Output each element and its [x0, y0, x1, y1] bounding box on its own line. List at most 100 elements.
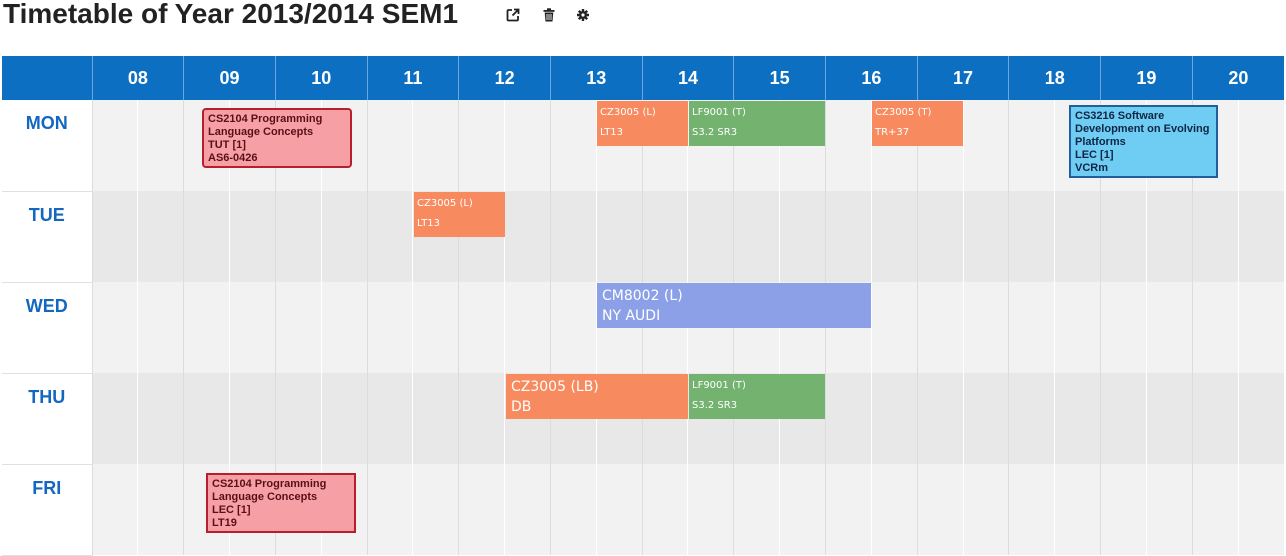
- time-slot[interactable]: [1237, 464, 1284, 555]
- time-slot[interactable]: [870, 373, 918, 464]
- time-slot[interactable]: [687, 464, 734, 555]
- time-slot[interactable]: [366, 282, 413, 373]
- time-slot[interactable]: [91, 100, 138, 191]
- time-slot[interactable]: [504, 282, 551, 373]
- trash-icon[interactable]: [541, 7, 557, 23]
- time-slot[interactable]: [1008, 282, 1055, 373]
- time-slot[interactable]: [1237, 100, 1284, 191]
- time-slot[interactable]: [916, 373, 964, 464]
- time-slot[interactable]: [412, 282, 459, 373]
- time-slot[interactable]: [870, 464, 918, 555]
- time-slot[interactable]: [366, 191, 413, 282]
- time-slot[interactable]: [641, 191, 688, 282]
- time-slot[interactable]: [91, 282, 138, 373]
- time-slot[interactable]: [504, 191, 551, 282]
- time-slot[interactable]: [137, 464, 184, 555]
- time-slot[interactable]: [595, 464, 643, 555]
- time-slot[interactable]: [962, 373, 1009, 464]
- time-slot[interactable]: [229, 191, 276, 282]
- time-slot[interactable]: [274, 191, 322, 282]
- time-slot[interactable]: [412, 100, 459, 191]
- time-slot[interactable]: [458, 464, 505, 555]
- time-slot[interactable]: [274, 282, 322, 373]
- lesson-thu-cz3005-lb[interactable]: CZ3005 (LB) DB: [506, 374, 688, 419]
- lesson-mon-lf9001-t[interactable]: LF9001 (T) S3.2 SR3: [689, 101, 825, 146]
- time-slot[interactable]: [549, 282, 597, 373]
- time-slot[interactable]: [137, 100, 184, 191]
- time-slot[interactable]: [1054, 191, 1101, 282]
- time-slot[interactable]: [1191, 464, 1239, 555]
- lesson-mon-cs2104-tut[interactable]: CS2104 Programming Language Concepts TUT…: [202, 108, 352, 168]
- time-slot[interactable]: [825, 191, 872, 282]
- time-slot[interactable]: [91, 191, 138, 282]
- time-slot[interactable]: [1054, 373, 1101, 464]
- time-slot[interactable]: [870, 282, 918, 373]
- time-slot[interactable]: [183, 191, 230, 282]
- time-slot[interactable]: [1145, 464, 1193, 555]
- time-slot[interactable]: [412, 464, 459, 555]
- time-slot[interactable]: [183, 373, 230, 464]
- time-slot[interactable]: [733, 191, 780, 282]
- time-slot[interactable]: [137, 191, 184, 282]
- time-slot[interactable]: [1191, 373, 1239, 464]
- time-slot[interactable]: [779, 191, 826, 282]
- time-slot[interactable]: [366, 464, 413, 555]
- time-slot[interactable]: [641, 464, 688, 555]
- time-slot[interactable]: [366, 100, 413, 191]
- time-slot[interactable]: [229, 373, 276, 464]
- time-slot[interactable]: [1008, 373, 1055, 464]
- time-slot[interactable]: [549, 191, 597, 282]
- time-slot[interactable]: [733, 464, 780, 555]
- time-slot[interactable]: [916, 282, 964, 373]
- time-slot[interactable]: [1100, 282, 1147, 373]
- time-slot[interactable]: [504, 464, 551, 555]
- time-slot[interactable]: [1237, 373, 1284, 464]
- time-slot[interactable]: [1191, 282, 1239, 373]
- lesson-thu-lf9001-t[interactable]: LF9001 (T) S3.2 SR3: [689, 374, 825, 419]
- time-slot[interactable]: [825, 373, 872, 464]
- time-slot[interactable]: [1054, 464, 1101, 555]
- time-slot[interactable]: [137, 373, 184, 464]
- time-slot[interactable]: [1008, 191, 1055, 282]
- time-slot[interactable]: [458, 100, 505, 191]
- lesson-fri-cs2104-lec[interactable]: CS2104 Programming Language Concepts LEC…: [206, 473, 356, 533]
- time-slot[interactable]: [1008, 100, 1055, 191]
- time-slot[interactable]: [595, 191, 643, 282]
- lesson-tue-cz3005-l[interactable]: CZ3005 (L) LT13: [414, 192, 505, 237]
- time-slot[interactable]: [825, 464, 872, 555]
- time-slot[interactable]: [1100, 373, 1147, 464]
- time-slot[interactable]: [458, 282, 505, 373]
- time-slot[interactable]: [1191, 191, 1239, 282]
- time-slot[interactable]: [549, 100, 597, 191]
- time-slot[interactable]: [504, 100, 551, 191]
- time-slot[interactable]: [320, 373, 368, 464]
- gear-icon[interactable]: [575, 7, 591, 23]
- time-slot[interactable]: [229, 282, 276, 373]
- time-slot[interactable]: [916, 191, 964, 282]
- time-slot[interactable]: [1054, 282, 1101, 373]
- time-slot[interactable]: [366, 373, 413, 464]
- time-slot[interactable]: [458, 373, 505, 464]
- lesson-mon-cs3216-lec[interactable]: CS3216 Software Development on Evolving …: [1069, 105, 1218, 178]
- time-slot[interactable]: [916, 464, 964, 555]
- time-slot[interactable]: [274, 373, 322, 464]
- lesson-wed-cm8002-l[interactable]: CM8002 (L) NY AUDI: [597, 283, 871, 328]
- time-slot[interactable]: [183, 282, 230, 373]
- time-slot[interactable]: [1237, 282, 1284, 373]
- time-slot[interactable]: [320, 282, 368, 373]
- time-slot[interactable]: [962, 100, 1009, 191]
- time-slot[interactable]: [137, 282, 184, 373]
- time-slot[interactable]: [687, 191, 734, 282]
- lesson-mon-cz3005-l[interactable]: CZ3005 (L) LT13: [597, 101, 688, 146]
- share-icon[interactable]: [505, 7, 521, 23]
- time-slot[interactable]: [1237, 191, 1284, 282]
- time-slot[interactable]: [91, 464, 138, 555]
- time-slot[interactable]: [1145, 191, 1193, 282]
- time-slot[interactable]: [779, 464, 826, 555]
- time-slot[interactable]: [962, 191, 1009, 282]
- time-slot[interactable]: [962, 464, 1009, 555]
- time-slot[interactable]: [962, 282, 1009, 373]
- time-slot[interactable]: [91, 373, 138, 464]
- time-slot[interactable]: [870, 191, 918, 282]
- time-slot[interactable]: [1145, 282, 1193, 373]
